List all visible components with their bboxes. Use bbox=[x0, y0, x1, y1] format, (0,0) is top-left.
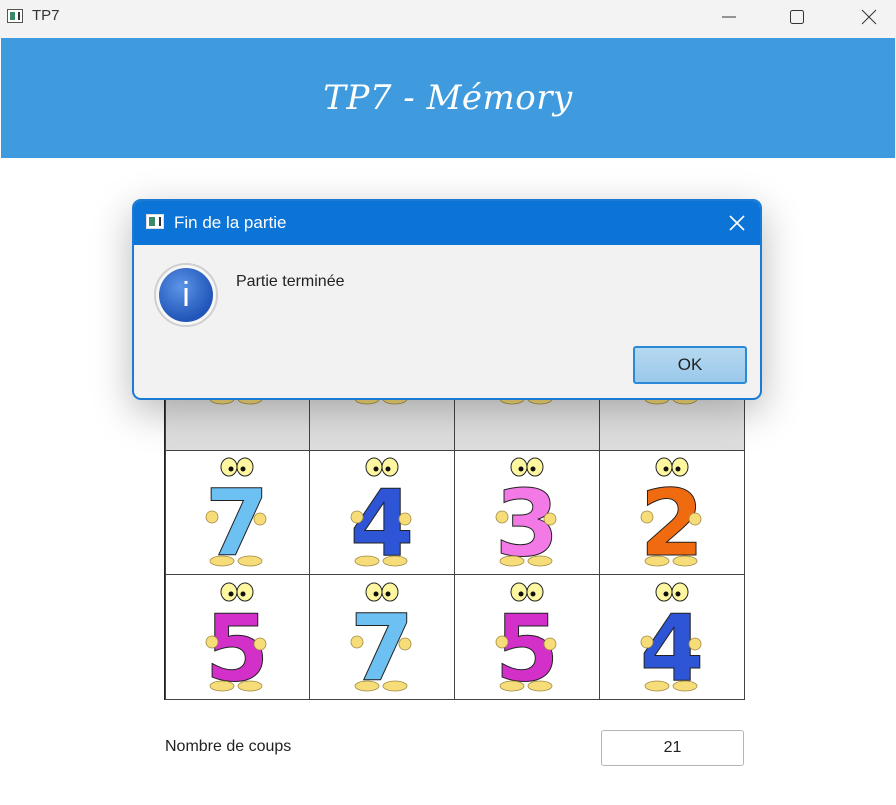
dialog-title: Fin de la partie bbox=[174, 213, 287, 232]
number-character-icon: 3 bbox=[492, 457, 562, 567]
maximize-button[interactable] bbox=[774, 0, 820, 34]
window-titlebar: TP7 bbox=[0, 0, 896, 38]
minimize-button[interactable] bbox=[706, 0, 752, 34]
moves-count-field[interactable]: 21 bbox=[601, 730, 744, 766]
memory-card[interactable]: 5 bbox=[164, 574, 311, 700]
dialog-titlebar: Fin de la partie bbox=[134, 201, 760, 245]
dialog-message: Partie terminée bbox=[236, 273, 345, 290]
info-icon: i bbox=[154, 263, 218, 327]
memory-card[interactable]: 5 bbox=[454, 574, 600, 700]
number-character-icon: 2 bbox=[637, 457, 707, 567]
dialog-close-button[interactable] bbox=[724, 210, 750, 236]
info-icon-glyph: i bbox=[159, 268, 213, 322]
memory-card[interactable]: 4 bbox=[309, 449, 455, 576]
window-title: TP7 bbox=[32, 7, 60, 24]
moves-label: Nombre de coups bbox=[165, 738, 292, 755]
memory-card[interactable]: 7 bbox=[164, 449, 311, 576]
dialog-app-icon bbox=[146, 214, 164, 229]
end-game-dialog: Fin de la partie i Partie terminée OK bbox=[132, 199, 762, 400]
close-icon bbox=[861, 9, 877, 25]
memory-card[interactable]: 2 bbox=[598, 449, 745, 576]
ok-button[interactable]: OK bbox=[633, 346, 747, 384]
number-character-icon: 7 bbox=[347, 582, 417, 692]
number-character-icon: 5 bbox=[202, 582, 272, 692]
number-character-icon: 4 bbox=[637, 582, 707, 692]
minimize-icon bbox=[722, 16, 736, 18]
number-character-icon: 7 bbox=[202, 457, 272, 567]
close-button[interactable] bbox=[846, 0, 892, 34]
app-icon bbox=[7, 9, 23, 23]
memory-card[interactable]: 4 bbox=[598, 574, 745, 700]
maximize-icon bbox=[790, 10, 804, 24]
memory-card[interactable]: 3 bbox=[454, 449, 600, 576]
number-character-icon: 5 bbox=[492, 582, 562, 692]
memory-card[interactable]: 7 bbox=[309, 574, 455, 700]
close-icon bbox=[729, 215, 745, 231]
page-title: TP7 - Mémory bbox=[323, 78, 573, 118]
number-character-icon: 4 bbox=[347, 457, 417, 567]
app-header: TP7 - Mémory bbox=[1, 38, 895, 158]
